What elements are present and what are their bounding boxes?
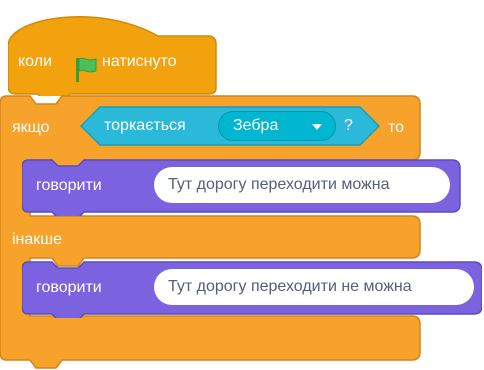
touching-label: торкається (104, 117, 186, 134)
else-label: інакше (12, 231, 63, 248)
sprite-dropdown[interactable]: Зебра (218, 111, 336, 141)
say-block-1[interactable]: говорити Тут дорогу переходити можна (21, 152, 462, 219)
say-label: говорити (36, 177, 102, 194)
chevron-down-icon (312, 124, 322, 130)
question-mark-label: ? (344, 117, 353, 134)
dropdown-value: Зебра (233, 117, 279, 134)
say-message-input[interactable]: Тут дорогу переходити не можна (154, 269, 474, 305)
say-message-input[interactable]: Тут дорогу переходити можна (154, 167, 450, 203)
if-label: якщо (12, 119, 50, 136)
then-label: то (388, 119, 405, 136)
say-block-2[interactable]: говорити Тут дорогу переходити не можна (21, 254, 483, 321)
say-label: говорити (36, 279, 102, 296)
